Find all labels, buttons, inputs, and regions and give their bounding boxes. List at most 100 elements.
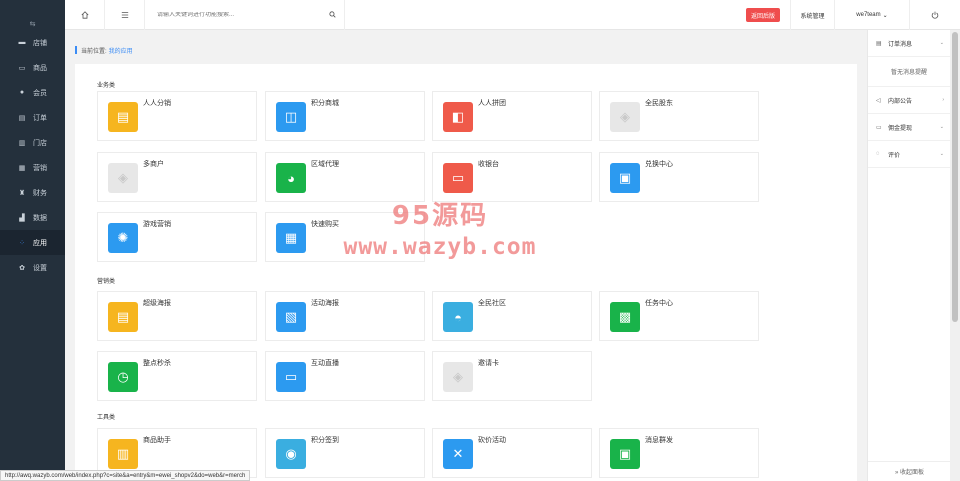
panel-item-label: 评价	[888, 152, 901, 159]
section-title: 业务类	[97, 83, 116, 89]
app-icon: ◈	[443, 362, 473, 392]
app-icon: ◉	[276, 439, 306, 469]
sidebar-item-9[interactable]: ✿ 设置	[0, 255, 65, 280]
apps-icon: ⁘	[19, 239, 25, 247]
collapse-panel-button[interactable]: » 收起面板	[868, 461, 951, 481]
power-icon	[931, 11, 939, 19]
sidebar-item-3[interactable]: ▤ 订单	[0, 105, 65, 130]
app-name: 全民股东	[645, 100, 673, 107]
shop-icon: ▥	[18, 139, 26, 147]
sidebar-item-8[interactable]: ⁘ 应用	[0, 230, 65, 255]
app-card[interactable]: ◕ 区域代理	[265, 152, 425, 202]
app-icon: ◫	[276, 102, 306, 132]
app-name: 任务中心	[645, 300, 673, 307]
order-message-icon: ▤	[876, 40, 882, 47]
app-name: 活动海报	[311, 300, 339, 307]
panel-item-label: 佣金提现	[888, 125, 913, 132]
sidebar-item-1[interactable]: ▭ 商品	[0, 55, 65, 80]
sidebar-item-0[interactable]: ▬ 店铺	[0, 30, 65, 55]
sidebar-item-5[interactable]: ▦ 营销	[0, 155, 65, 180]
browser-status-url: http://awq.wazyb.com/web/index.php?c=sit…	[0, 470, 251, 481]
panel-item-0[interactable]: ▤ 订单消息 ⌄	[868, 30, 950, 57]
sidebar-item-label: 营销	[33, 164, 47, 172]
panel-item-1[interactable]: ◁ 内部公告 ›	[868, 87, 950, 114]
app-icon: ✕	[443, 439, 473, 469]
app-icon: ▦	[276, 223, 306, 253]
breadcrumb: 当前位置: 我的应用	[75, 46, 133, 55]
panel-item-2[interactable]: ▭ 佣金提现 ⌄	[868, 114, 950, 141]
logout-button[interactable]	[910, 0, 960, 30]
app-name: 兑换中心	[645, 161, 673, 168]
app-name: 砍价活动	[478, 437, 506, 444]
system-management-link[interactable]: 系统管理	[790, 0, 835, 30]
app-name: 游戏营销	[143, 221, 171, 228]
menu-button[interactable]	[105, 0, 145, 30]
app-card[interactable]: ▭ 收银台	[432, 152, 592, 202]
app-card[interactable]: ▣ 消息群发	[599, 428, 759, 478]
notification-panel: ▤ 订单消息 ⌄ 暂无消息提醒 ◁ 内部公告 › ▭ 佣金提现 ⌄ ◌ 评价 ⌄ » 收起面板	[867, 30, 951, 481]
page-scrollbar[interactable]	[950, 30, 960, 481]
collapse-icon[interactable]: ⇆	[30, 20, 36, 28]
section-title: 工具类	[97, 415, 116, 421]
app-card[interactable]: ▭ 互动直播	[265, 351, 425, 401]
app-card[interactable]: ▤ 人人分销	[97, 91, 257, 141]
app-name: 区域代理	[311, 161, 339, 168]
app-card[interactable]: ✺ 游戏营销	[97, 212, 257, 262]
app-card[interactable]: ◈ 多商户	[97, 152, 257, 202]
search-box	[145, 0, 345, 30]
app-card[interactable]: ◷ 整点秒杀	[97, 351, 257, 401]
empty-message: 暂无消息提醒	[868, 57, 950, 87]
back-to-old-button[interactable]: 返回后版	[746, 8, 780, 22]
app-icon: ▣	[610, 163, 640, 193]
scrollbar-thumb[interactable]	[952, 32, 958, 322]
app-card[interactable]: ◈ 全民股东	[599, 91, 759, 141]
app-name: 快速购买	[311, 221, 339, 228]
settings-icon: ✿	[19, 264, 25, 272]
member-icon: ●	[19, 89, 25, 96]
search-input[interactable]	[157, 12, 322, 18]
store-icon: ▬	[18, 39, 26, 46]
sidebar-item-label: 数据	[33, 214, 47, 222]
app-name: 积分签到	[311, 437, 339, 444]
sidebar-item-6[interactable]: ♜ 财务	[0, 180, 65, 205]
user-menu[interactable]: we7team ⌄	[835, 0, 910, 30]
top-header: 返回后版 系统管理 we7team ⌄	[65, 0, 960, 30]
sidebar-item-label: 门店	[33, 139, 47, 147]
app-icon: ✺	[108, 223, 138, 253]
app-card[interactable]: ▤ 超级海报	[97, 291, 257, 341]
app-card[interactable]: ▣ 兑换中心	[599, 152, 759, 202]
app-card[interactable]: ▦ 快速购买	[265, 212, 425, 262]
app-name: 整点秒杀	[143, 360, 171, 367]
chevron-icon: ⌄	[939, 124, 944, 130]
app-card[interactable]: ◫ 积分商城	[265, 91, 425, 141]
chevron-icon: ⌄	[939, 40, 944, 46]
app-name: 商品助手	[143, 437, 171, 444]
sidebar-item-4[interactable]: ▥ 门店	[0, 130, 65, 155]
app-icon: ▭	[276, 362, 306, 392]
goods-icon: ▭	[18, 64, 26, 72]
sidebar-item-7[interactable]: ▟ 数据	[0, 205, 65, 230]
panel-item-3[interactable]: ◌ 评价 ⌄	[868, 141, 950, 168]
app-card[interactable]: ✕ 砍价活动	[432, 428, 592, 478]
app-card[interactable]: ◈ 邀请卡	[432, 351, 592, 401]
menu-icon	[121, 12, 128, 18]
sidebar-collapse-toggle[interactable]: ⇆	[0, 0, 65, 30]
app-name: 消息群发	[645, 437, 673, 444]
app-icon: ▥	[108, 439, 138, 469]
sidebar-item-label: 应用	[33, 239, 47, 247]
sidebar-item-2[interactable]: ● 会员	[0, 80, 65, 105]
sidebar-item-label: 会员	[33, 89, 47, 97]
chevron-icon: ⌄	[939, 151, 944, 157]
app-card[interactable]: ◓ 全民社区	[432, 291, 592, 341]
app-card[interactable]: ▧ 活动海报	[265, 291, 425, 341]
breadcrumb-prefix: 当前位置:	[81, 48, 107, 55]
section-title: 营销类	[97, 279, 116, 285]
search-icon[interactable]	[329, 11, 336, 18]
app-card[interactable]: ▩ 任务中心	[599, 291, 759, 341]
app-name: 邀请卡	[478, 360, 499, 367]
breadcrumb-current[interactable]: 我的应用	[109, 46, 133, 55]
app-name: 人人拼团	[478, 100, 506, 107]
home-button[interactable]	[65, 0, 105, 30]
app-card[interactable]: ◧ 人人拼团	[432, 91, 592, 141]
app-card[interactable]: ◉ 积分签到	[265, 428, 425, 478]
